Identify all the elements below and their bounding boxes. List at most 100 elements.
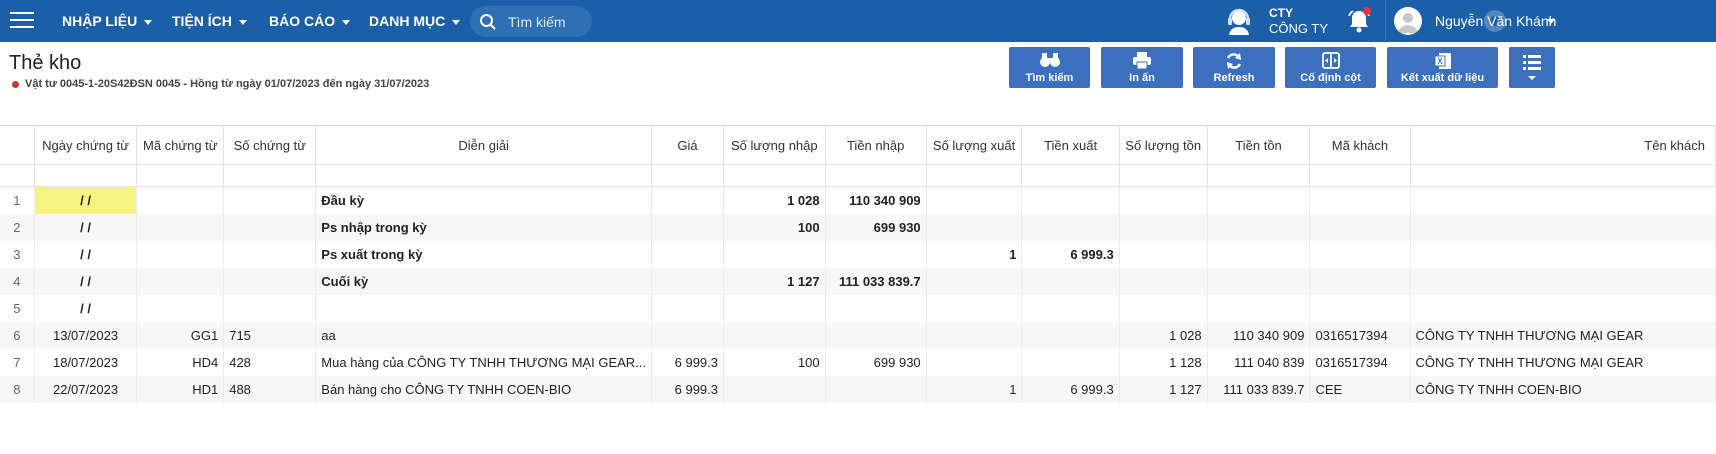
table-cell[interactable]: 111 033 839.7: [825, 267, 927, 295]
table-cell[interactable]: [926, 294, 1023, 322]
table-cell[interactable]: 1: [926, 240, 1023, 268]
table-cell[interactable]: [723, 375, 826, 403]
support-agent-icon[interactable]: [1224, 6, 1254, 36]
table-cell[interactable]: [1021, 186, 1120, 214]
table-cell[interactable]: [723, 294, 826, 322]
table-cell[interactable]: [651, 186, 724, 214]
table-cell[interactable]: 6 999.3: [651, 348, 724, 376]
chevron-down-icon[interactable]: [1547, 19, 1555, 24]
table-cell[interactable]: [1021, 213, 1120, 241]
refresh-button[interactable]: Refresh: [1193, 47, 1275, 88]
table-cell[interactable]: [926, 267, 1023, 295]
table-cell[interactable]: [926, 213, 1023, 241]
menu-tien-ich[interactable]: TIỆN ÍCH: [172, 0, 247, 42]
table-cell[interactable]: / /: [34, 186, 138, 214]
table-cell[interactable]: [926, 348, 1023, 376]
column-header[interactable]: Giá: [651, 126, 724, 165]
table-cell[interactable]: Mua hàng của CÔNG TY TNHH THƯƠNG MẠI GEA…: [315, 348, 653, 376]
table-cell[interactable]: 111 040 839: [1207, 348, 1311, 376]
table-cell[interactable]: [223, 294, 317, 322]
table-cell[interactable]: Bán hàng cho CÔNG TY TNHH COEN-BIO: [315, 375, 653, 403]
company-selector[interactable]: CTY CÔNG TY: [1269, 5, 1328, 37]
table-cell[interactable]: [825, 375, 927, 403]
table-cell[interactable]: HD1: [136, 375, 225, 403]
table-cell[interactable]: [136, 294, 225, 322]
table-cell[interactable]: CEE: [1309, 375, 1411, 403]
table-row[interactable]: 2/ / Ps nhập trong kỳ 100 699 930: [0, 213, 1716, 241]
more-options-button[interactable]: [1509, 47, 1555, 88]
table-cell[interactable]: [1207, 186, 1311, 214]
table-cell[interactable]: 0316517394: [1309, 348, 1411, 376]
hamburger-menu-icon[interactable]: [10, 12, 34, 30]
table-cell[interactable]: [825, 294, 927, 322]
table-cell[interactable]: [651, 213, 724, 241]
table-cell[interactable]: [1309, 267, 1411, 295]
column-header[interactable]: Tên khách: [1410, 126, 1716, 165]
table-cell[interactable]: 22/07/2023: [34, 375, 138, 403]
table-row[interactable]: 4/ / Cuối kỳ 1 127 111 033 839.7: [0, 267, 1716, 295]
table-cell[interactable]: [1119, 294, 1208, 322]
export-data-button[interactable]: X Kết xuất dữ liệu: [1387, 47, 1498, 88]
table-cell[interactable]: [1207, 240, 1311, 268]
table-cell[interactable]: [651, 321, 724, 349]
table-cell[interactable]: 6 999.3: [651, 375, 724, 403]
table-cell[interactable]: 100: [723, 348, 826, 376]
table-cell[interactable]: CÔNG TY TNHH THƯƠNG MẠI GEAR: [1410, 321, 1716, 349]
table-cell[interactable]: 1: [926, 375, 1023, 403]
menu-nhap-lieu[interactable]: NHẬP LIỆU: [62, 0, 153, 42]
table-cell[interactable]: 100: [723, 213, 826, 241]
table-cell[interactable]: [223, 240, 317, 268]
table-row[interactable]: 8 22/07/2023 HD1 488 Bán hàng cho CÔNG TY TN…: [0, 375, 1716, 403]
table-cell[interactable]: GG1: [136, 321, 225, 349]
column-header[interactable]: Tiền tồn: [1207, 126, 1311, 165]
table-row[interactable]: 3/ / Ps xuất trong kỳ 1 6 999.3: [0, 240, 1716, 268]
table-cell[interactable]: 699 930: [825, 348, 927, 376]
table-row[interactable]: 7 18/07/2023 HD4 428 Mua hàng của CÔNG TY TN…: [0, 348, 1716, 376]
table-cell[interactable]: [223, 186, 317, 214]
filter-cell[interactable]: [34, 164, 138, 187]
table-cell[interactable]: 110 340 909: [1207, 321, 1311, 349]
table-cell[interactable]: [1410, 240, 1716, 268]
column-header[interactable]: Ngày chứng từ: [34, 126, 138, 165]
table-cell[interactable]: [223, 213, 317, 241]
table-cell[interactable]: Cuối kỳ: [315, 267, 653, 295]
table-cell[interactable]: 1 127: [1119, 375, 1208, 403]
user-name[interactable]: Nguyễn Văn Khánh: [1435, 0, 1556, 42]
table-cell[interactable]: 13/07/2023: [34, 321, 138, 349]
table-cell[interactable]: [1021, 348, 1120, 376]
table-cell[interactable]: 699 930: [825, 213, 927, 241]
table-cell[interactable]: [223, 267, 317, 295]
table-cell[interactable]: Đầu kỳ: [315, 186, 653, 214]
table-cell[interactable]: [825, 321, 927, 349]
filter-cell[interactable]: [1021, 164, 1120, 187]
table-cell[interactable]: 0316517394: [1309, 321, 1411, 349]
table-cell[interactable]: 6 999.3: [1021, 240, 1120, 268]
filter-cell[interactable]: [1309, 164, 1411, 187]
table-cell[interactable]: Ps xuất trong kỳ: [315, 240, 653, 268]
column-header[interactable]: Mã khách: [1309, 126, 1411, 165]
table-cell[interactable]: [651, 267, 724, 295]
filter-cell[interactable]: [651, 164, 724, 187]
column-header[interactable]: Tiền xuất: [1021, 126, 1120, 165]
table-cell[interactable]: 428: [223, 348, 317, 376]
filter-cell[interactable]: [136, 164, 225, 187]
table-cell[interactable]: 110 340 909: [825, 186, 927, 214]
filter-cell[interactable]: [1207, 164, 1311, 187]
table-cell[interactable]: 1 128: [1119, 348, 1208, 376]
table-cell[interactable]: [1410, 294, 1716, 322]
table-cell[interactable]: 111 033 839.7: [1207, 375, 1311, 403]
freeze-columns-button[interactable]: Cố định cột: [1285, 47, 1376, 88]
table-cell[interactable]: [1119, 213, 1208, 241]
table-cell[interactable]: [1309, 186, 1411, 214]
table-cell[interactable]: 6 999.3: [1021, 375, 1120, 403]
avatar[interactable]: [1394, 7, 1422, 35]
table-cell[interactable]: [1021, 294, 1120, 322]
table-cell[interactable]: [1207, 294, 1311, 322]
table-cell[interactable]: [1119, 186, 1208, 214]
table-cell[interactable]: Ps nhập trong kỳ: [315, 213, 653, 241]
menu-danh-muc[interactable]: DANH MỤC: [369, 0, 461, 42]
table-cell[interactable]: 715: [223, 321, 317, 349]
table-cell[interactable]: [1119, 267, 1208, 295]
table-cell[interactable]: [825, 240, 927, 268]
table-row[interactable]: 1/ / Đầu kỳ 1 028 110 340 909: [0, 186, 1716, 214]
